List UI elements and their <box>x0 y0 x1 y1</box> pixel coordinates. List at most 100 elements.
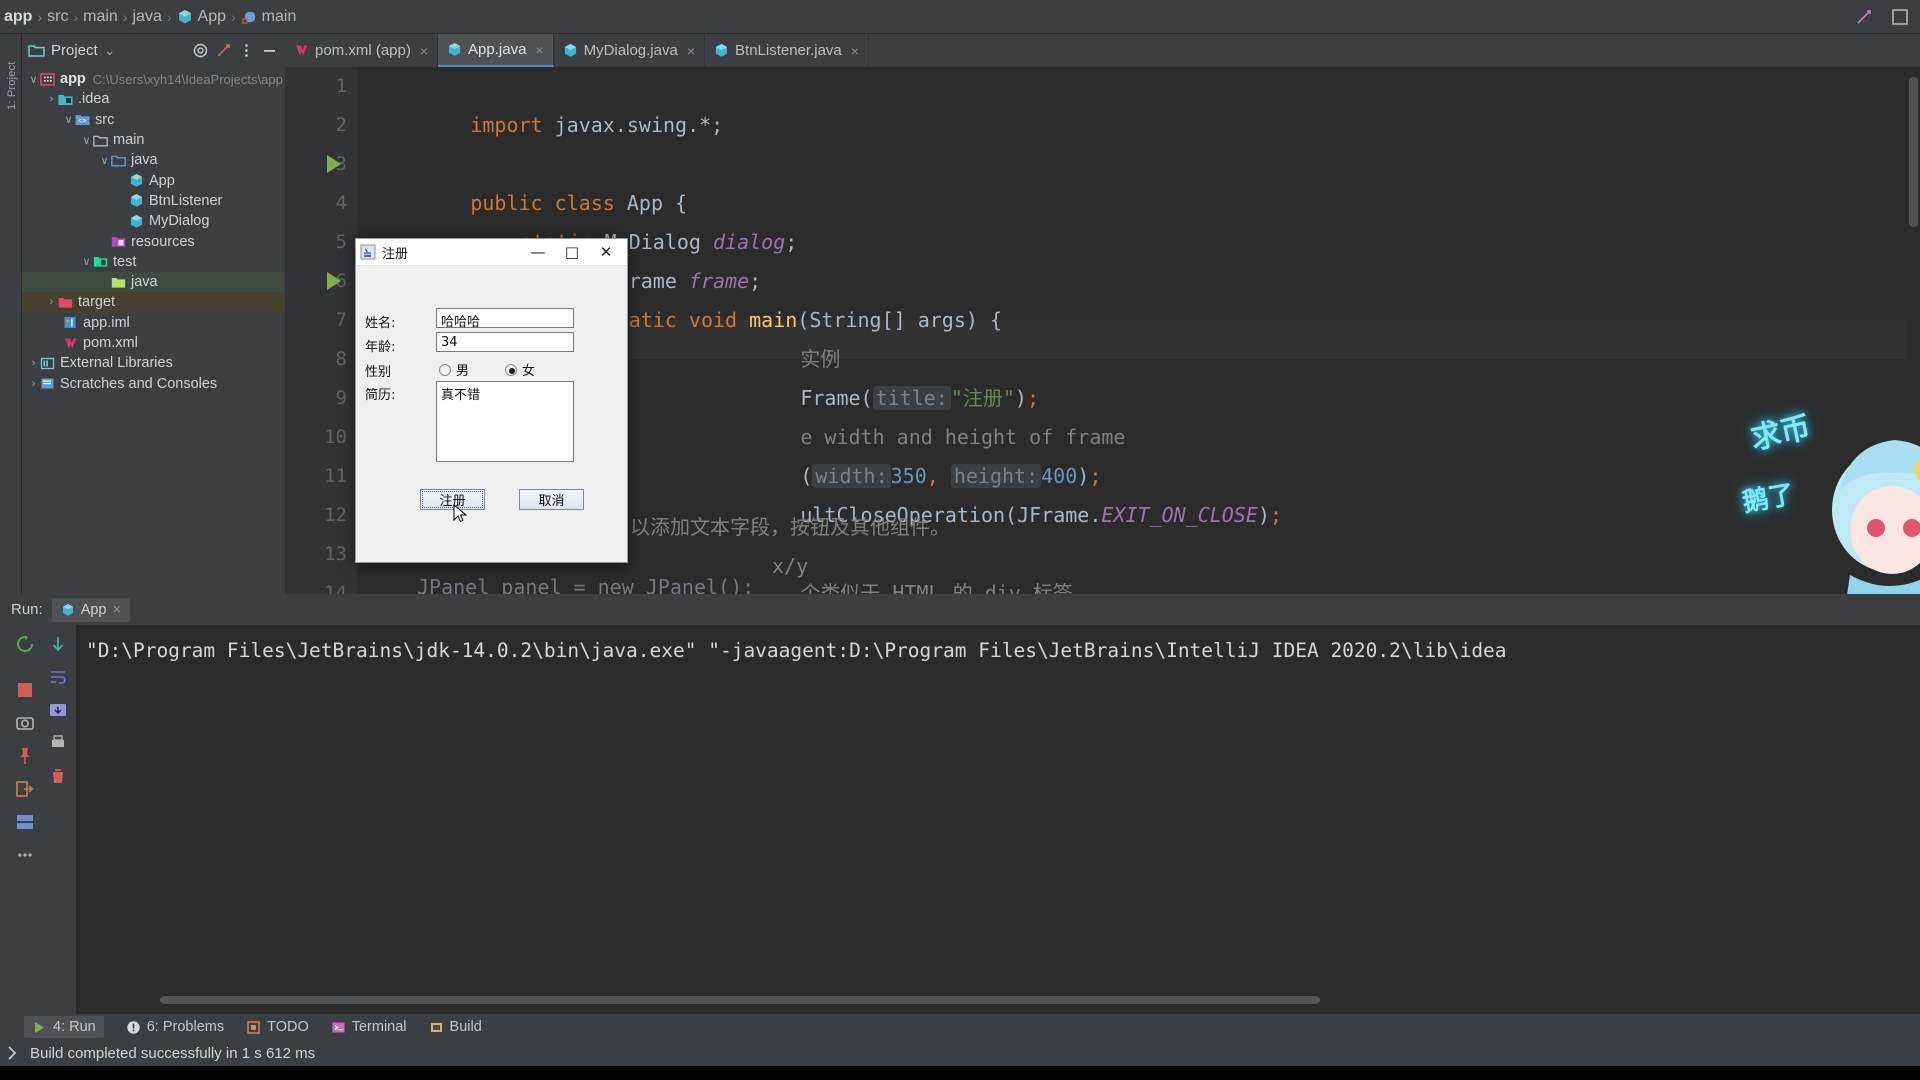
trash-icon[interactable] <box>48 766 68 786</box>
close-icon[interactable]: × <box>113 602 121 618</box>
pin-icon[interactable] <box>15 746 35 766</box>
stripe-label-project[interactable]: 1: Project <box>6 50 18 110</box>
age-input[interactable]: 34 <box>436 332 574 352</box>
tree-node-external-libraries[interactable]: › External Libraries <box>22 353 284 373</box>
tree-node-java[interactable]: ∨ java <box>22 150 284 170</box>
editor-gutter[interactable]: 1 2 3 4 5 6 7 8 9 10 11 12 13 14 <box>285 67 357 594</box>
options-icon[interactable] <box>238 42 255 59</box>
export-icon[interactable] <box>15 779 35 799</box>
stop-icon[interactable] <box>15 680 35 700</box>
java-class-icon <box>564 44 576 57</box>
register-dialog[interactable]: 注册 — □ ✕ 姓名: 哈哈哈 年龄: 34 性别 男 女 简历: 真不错 注… <box>355 238 628 563</box>
tree-node-test-java[interactable]: java <box>22 271 284 293</box>
left-tool-stripe[interactable]: 1: Project <box>0 34 22 594</box>
console-horizontal-scrollbar[interactable] <box>160 996 1320 1004</box>
close-button[interactable]: ✕ <box>589 239 623 265</box>
java-folder-icon <box>111 155 126 167</box>
radio-female[interactable]: 女 <box>505 360 535 379</box>
breadcrumb-item-app[interactable]: app <box>4 8 32 26</box>
chevron-down-icon[interactable]: ∨ <box>27 73 40 86</box>
editor-tab-bar[interactable]: pom.xml (app) × App.java × MyDialog.java… <box>285 34 1920 67</box>
tree-node-pom-xml[interactable]: pom.xml <box>22 333 284 353</box>
screen-icon[interactable] <box>48 700 68 720</box>
chevron-down-icon[interactable]: ⌄ <box>104 42 116 59</box>
run-panel-header: Run: App × <box>0 594 1920 625</box>
tab-app-java[interactable]: App.java × <box>438 34 554 67</box>
chevron-down-icon[interactable]: ∨ <box>62 113 75 126</box>
rerun-icon[interactable] <box>15 634 35 654</box>
dialog-title-bar[interactable]: 注册 — □ ✕ <box>356 239 627 266</box>
maximize-window-icon[interactable] <box>1890 7 1910 27</box>
run-gutter-icon[interactable] <box>327 272 341 290</box>
dialog-window-controls[interactable]: — □ ✕ <box>521 239 623 265</box>
project-tree[interactable]: ∨ app C:\Users\xyh14\IdeaProjects\app › … <box>22 66 284 394</box>
tree-node-resources[interactable]: resources <box>22 231 284 251</box>
run-toolbar-col-2[interactable] <box>41 625 74 1014</box>
iml-file-icon <box>64 317 76 329</box>
run-tab-app[interactable]: App × <box>51 597 130 622</box>
locate-icon[interactable] <box>192 42 209 59</box>
resume-textarea[interactable]: 真不错 <box>436 381 574 462</box>
tab-pom-xml[interactable]: pom.xml (app) × <box>285 34 439 67</box>
close-icon[interactable]: × <box>851 43 859 59</box>
breadcrumb-item-java[interactable]: java <box>132 8 161 26</box>
chevron-right-icon[interactable]: › <box>27 357 40 370</box>
chevron-right-icon[interactable]: › <box>45 93 58 106</box>
status-item-terminal[interactable]: Terminal <box>331 1019 407 1035</box>
run-gutter-icon[interactable] <box>327 155 341 173</box>
grid-icon[interactable] <box>15 812 35 832</box>
tree-node-app-iml[interactable]: app.iml <box>22 313 284 333</box>
scrollbar-thumb[interactable] <box>1909 77 1918 227</box>
chevron-down-icon[interactable]: ∨ <box>80 134 93 147</box>
status-label-problems: 6: Problems <box>146 1019 225 1035</box>
breadcrumb[interactable]: app › src › main › java › App › main <box>0 8 296 26</box>
breadcrumb-item-appclass[interactable]: App <box>198 8 226 26</box>
tree-node-app[interactable]: ∨ app C:\Users\xyh14\IdeaProjects\app <box>22 69 284 89</box>
print-icon[interactable] <box>48 733 68 753</box>
scroll-down-icon[interactable] <box>48 634 68 654</box>
breadcrumb-item-src[interactable]: src <box>47 8 68 26</box>
tree-node-test[interactable]: ∨ test <box>22 252 284 272</box>
tree-node-src[interactable]: ∨ <> src <box>22 110 284 130</box>
status-item-todo[interactable]: TODO <box>246 1019 309 1035</box>
tree-node-app-class[interactable]: App <box>22 170 284 190</box>
breadcrumb-item-main[interactable]: main <box>83 8 118 26</box>
minimize-button[interactable]: — <box>521 239 555 265</box>
search-everywhere-icon[interactable] <box>1854 7 1874 27</box>
hide-icon[interactable] <box>261 42 278 59</box>
tree-node-btnlistener[interactable]: BtnListener <box>22 191 284 211</box>
tree-node-scratches[interactable]: › Scratches and Consoles <box>22 373 284 393</box>
radio-button-female[interactable] <box>505 363 517 376</box>
tab-btnlistener-java[interactable]: BtnListener.java × <box>705 34 869 67</box>
tool-window-status-bar[interactable]: 4: Run 6: Problems TODO Terminal Build <box>0 1014 1920 1040</box>
soft-wrap-icon[interactable] <box>48 667 68 687</box>
status-item-problems[interactable]: 6: Problems <box>126 1019 224 1035</box>
chevron-right-icon[interactable]: › <box>45 296 58 309</box>
close-icon[interactable]: × <box>420 43 428 59</box>
editor-vertical-scrollbar[interactable] <box>1907 67 1920 594</box>
tree-node-idea[interactable]: › .idea <box>22 89 284 109</box>
chevron-right-icon[interactable]: › <box>27 377 40 390</box>
tree-node-mydialog[interactable]: MyDialog <box>22 211 284 231</box>
chevron-down-icon[interactable]: ∨ <box>80 255 93 268</box>
collapse-all-icon[interactable] <box>215 42 232 59</box>
breadcrumb-item-mainmethod[interactable]: main <box>262 8 297 26</box>
tree-node-main[interactable]: ∨ main <box>22 130 284 150</box>
name-input[interactable]: 哈哈哈 <box>436 308 574 330</box>
close-icon[interactable]: × <box>687 43 695 59</box>
run-console-output[interactable]: "D:\Program Files\JetBrains\jdk-14.0.2\b… <box>76 625 1920 1014</box>
tree-node-target[interactable]: › target <box>22 292 284 313</box>
maximize-button[interactable]: □ <box>555 239 589 265</box>
more-icon[interactable] <box>15 845 35 865</box>
run-toolbar-col-1[interactable] <box>8 625 41 1014</box>
run-side-toolbar[interactable] <box>8 625 74 1014</box>
close-icon[interactable]: × <box>535 42 543 58</box>
chevron-down-icon[interactable]: ∨ <box>98 154 111 167</box>
status-item-run[interactable]: 4: Run <box>24 1016 104 1038</box>
radio-button-male[interactable] <box>439 363 451 376</box>
cancel-button[interactable]: 取消 <box>519 489 584 510</box>
status-item-build[interactable]: Build <box>429 1019 482 1035</box>
camera-icon[interactable] <box>15 713 35 733</box>
radio-male[interactable]: 男 <box>439 360 469 379</box>
tab-mydialog-java[interactable]: MyDialog.java × <box>554 34 706 67</box>
